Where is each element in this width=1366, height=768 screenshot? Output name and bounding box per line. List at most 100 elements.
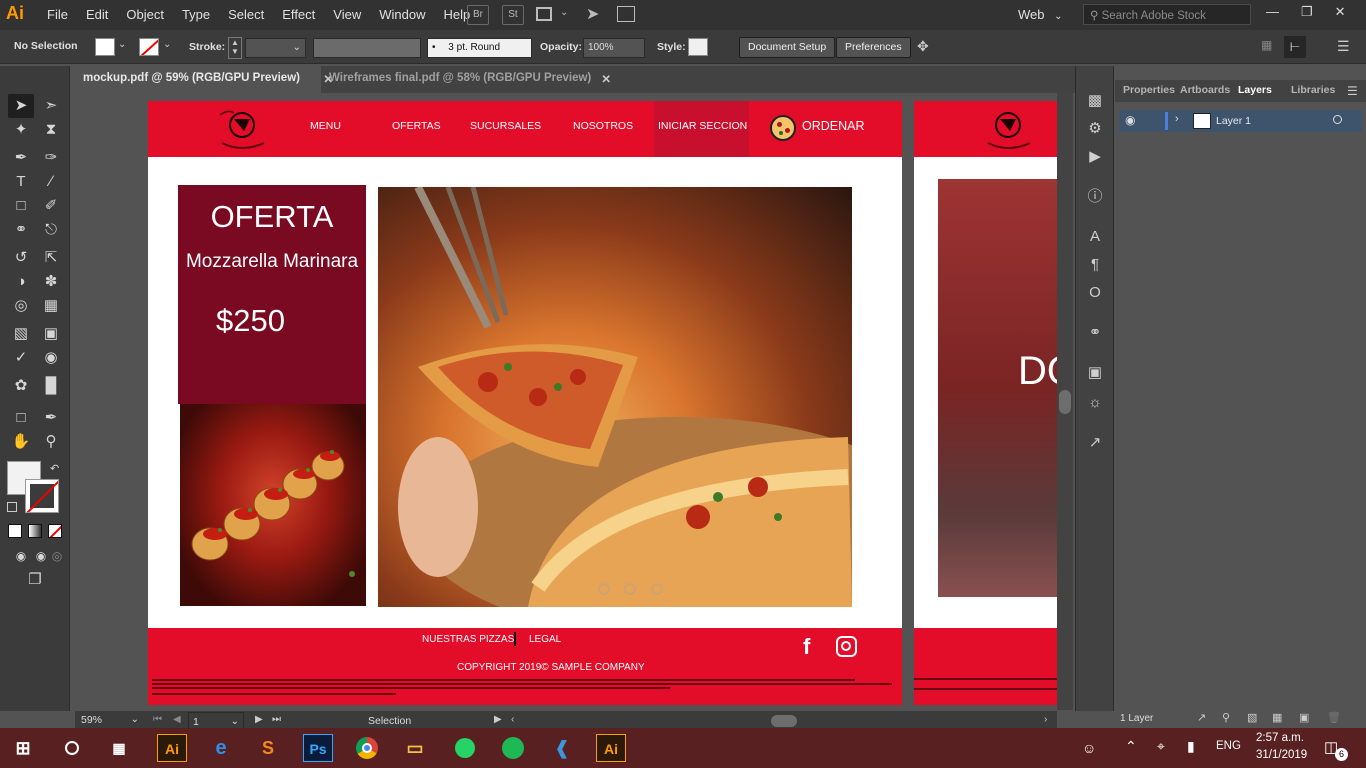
last-artboard-icon[interactable]: ⏭ — [272, 714, 281, 725]
artboard-mockup[interactable]: MENU OFERTAS SUCURSALES NOSOTROS INICIAR… — [148, 101, 902, 705]
type-tool-icon[interactable]: T — [8, 170, 34, 194]
layer-row[interactable]: ◉ › Layer 1 — [1119, 110, 1362, 132]
shaper-tool-icon[interactable]: ⚭ — [8, 218, 34, 242]
next-artboard-icon[interactable]: ▶ — [255, 714, 263, 725]
variable-width-profile[interactable] — [313, 38, 421, 58]
color-mode-icon[interactable] — [8, 524, 22, 538]
eye-icon[interactable]: ◉ — [1125, 113, 1135, 127]
scroll-left-icon[interactable]: ‹ — [511, 714, 514, 725]
people-icon[interactable]: ☺ — [1082, 740, 1096, 756]
panel-menu-icon[interactable]: ☰ — [1337, 38, 1350, 55]
photoshop-icon[interactable]: Ps — [303, 734, 333, 762]
gradient-mode-icon[interactable] — [28, 524, 42, 538]
file-explorer-icon[interactable]: ▭ — [400, 734, 430, 762]
eyedropper-tool-icon[interactable]: ✓ — [8, 346, 34, 370]
fill-swatch[interactable] — [95, 38, 115, 56]
blend-tool-icon[interactable]: ◉ — [38, 346, 64, 370]
nav-link-sucursales[interactable]: SUCURSALES — [470, 120, 541, 132]
chrome-icon[interactable] — [352, 734, 382, 762]
task-view-icon[interactable]: ▦ — [104, 734, 134, 762]
arrange-icon[interactable]: ✥ — [917, 38, 929, 55]
scroll-right-icon[interactable]: › — [1044, 714, 1047, 725]
facebook-icon[interactable]: f — [803, 634, 810, 660]
paintbrush-tool-icon[interactable]: ✐ — [38, 194, 64, 218]
stroke-swatch[interactable] — [139, 38, 159, 56]
none-mode-icon[interactable] — [48, 524, 62, 538]
column-graph-tool-icon[interactable]: █ — [38, 374, 64, 398]
panel-menu-icon[interactable]: ☰ — [1347, 84, 1358, 98]
battery-icon[interactable]: ▮ — [1187, 738, 1195, 755]
login-button[interactable]: INICIAR SECCION — [654, 101, 749, 157]
nav-link-menu[interactable]: MENU — [310, 120, 341, 132]
bridge-icon[interactable]: Br — [467, 5, 489, 25]
align-icon[interactable]: ⊢ — [1284, 36, 1306, 58]
magic-wand-tool-icon[interactable]: ✦ — [8, 118, 34, 142]
windows-start-icon[interactable]: ⊞ — [8, 734, 38, 762]
menu-window[interactable]: Window — [370, 7, 434, 22]
trash-icon[interactable]: 🗑 — [1327, 711, 1341, 724]
chevron-down-icon[interactable]: ⌄ — [118, 39, 126, 50]
preferences-button[interactable]: Preferences — [836, 37, 911, 58]
menu-select[interactable]: Select — [219, 7, 273, 22]
paragraph-icon[interactable]: ¶ — [1084, 254, 1106, 276]
illustrator-taskbar-icon-2[interactable]: Ai — [596, 734, 626, 762]
rotate-tool-icon[interactable]: ↺ — [8, 246, 34, 270]
puppet-warp-tool-icon[interactable]: ✽ — [38, 270, 64, 294]
menu-view[interactable]: View — [324, 7, 370, 22]
info-icon[interactable]: ⓘ — [1084, 186, 1106, 208]
curvature-tool-icon[interactable]: ✑ — [38, 146, 64, 170]
tab-properties[interactable]: Properties — [1123, 84, 1175, 96]
horizontal-scroll-thumb[interactable] — [771, 715, 797, 727]
default-colors-icon[interactable] — [7, 502, 17, 512]
zoom-tool-icon[interactable]: ⚲ — [38, 430, 64, 454]
instagram-icon[interactable] — [836, 636, 857, 657]
chevron-down-icon[interactable]: ⌄ — [163, 39, 171, 50]
opentype-icon[interactable]: O — [1084, 282, 1106, 304]
first-artboard-icon[interactable]: ⏮ — [153, 714, 162, 725]
chevron-up-icon[interactable]: ⌃ — [1125, 738, 1137, 755]
chevron-down-icon[interactable]: ⌄ — [560, 7, 568, 18]
menu-effect[interactable]: Effect — [273, 7, 324, 22]
status-menu-icon[interactable]: ▶ — [494, 714, 502, 725]
arrange-documents-icon[interactable] — [536, 7, 552, 21]
slice-tool-icon[interactable]: ✒ — [38, 406, 64, 430]
gpu-performance-icon[interactable]: ➤ — [586, 4, 599, 24]
import-icon[interactable] — [617, 6, 635, 22]
workspace-switcher[interactable]: Web ⌄ — [1018, 7, 1063, 22]
eraser-tool-icon[interactable]: ⎋ — [38, 218, 64, 242]
appearance-icon[interactable]: ☼ — [1084, 392, 1106, 414]
screen-mode-icon[interactable]: ❐ — [22, 568, 48, 592]
layer-target-icon[interactable] — [1333, 115, 1342, 124]
gradient-tool-icon[interactable]: ▣ — [38, 322, 64, 346]
graphic-style-swatch[interactable] — [688, 38, 708, 56]
symbol-sprayer-tool-icon[interactable]: ✿ — [8, 374, 34, 398]
mesh-tool-icon[interactable]: ▧ — [8, 322, 34, 346]
stroke-weight-stepper[interactable]: ▲ ▼ — [228, 37, 242, 59]
nav-link-nosotros[interactable]: NOSOTROS — [573, 120, 633, 132]
previous-artboard-icon[interactable]: ◀ — [173, 714, 181, 725]
wifi-icon[interactable]: ⌖ — [1157, 738, 1165, 755]
tab-libraries[interactable]: Libraries — [1291, 84, 1335, 96]
width-tool-icon[interactable]: ◑ — [8, 270, 34, 294]
opacity-input[interactable]: 100% — [583, 38, 645, 58]
direct-selection-tool-icon[interactable]: ➣ — [38, 94, 64, 118]
close-icon[interactable]: ✕ — [601, 72, 611, 86]
close-icon[interactable]: ✕ — [1335, 4, 1346, 20]
illustrator-taskbar-icon[interactable]: Ai — [157, 734, 187, 762]
character-icon[interactable]: A — [1084, 226, 1106, 248]
sublime-icon[interactable]: S — [253, 734, 283, 762]
menu-object[interactable]: Object — [117, 7, 173, 22]
search-stock-input[interactable]: ⚲ Search Adobe Stock — [1083, 4, 1251, 25]
spotify-icon[interactable] — [498, 734, 528, 762]
order-link[interactable]: ORDENAR — [802, 119, 865, 133]
locate-object-icon[interactable]: ⚲ — [1222, 711, 1230, 724]
swap-colors-icon[interactable]: ↶ — [50, 462, 59, 475]
menu-edit[interactable]: Edit — [77, 7, 117, 22]
tab-wireframes[interactable]: Wireframes final.pdf @ 58% (RGB/GPU Prev… — [321, 66, 611, 93]
cortana-icon[interactable] — [57, 734, 87, 762]
export-icon[interactable]: ↗ — [1084, 432, 1106, 454]
chevron-right-icon[interactable]: › — [1175, 113, 1179, 125]
edge-icon[interactable]: e — [206, 734, 236, 762]
hand-tool-icon[interactable]: ✋ — [8, 430, 34, 454]
footer-link-legal[interactable]: LEGAL — [529, 634, 561, 645]
